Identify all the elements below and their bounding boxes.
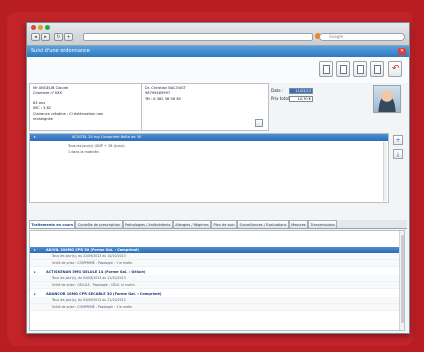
close-button[interactable]: ✕ (398, 48, 406, 55)
export-document-button[interactable] (353, 61, 367, 77)
toolbar: ↶ (27, 57, 409, 83)
back-button[interactable]: ◂ (31, 33, 40, 41)
doctor-card: Dr. Christian BACOUST 96799485997 Tél : … (141, 83, 269, 131)
search-input[interactable]: Google (319, 33, 405, 41)
prescription-detail-header[interactable]: ▸ ACUITEL 20 mg Comprimé Boîte de 30 (30, 134, 388, 141)
tab-mesures[interactable]: Mesures (288, 220, 309, 228)
print-document-button[interactable] (319, 61, 333, 77)
view-document-button[interactable] (336, 61, 350, 77)
minimize-dot-icon[interactable] (38, 25, 43, 30)
reload-button[interactable]: ↻ (54, 33, 63, 41)
treatment-name: AD/VIL 200MG CPR 30 (Forme Gal. : Compri… (46, 248, 139, 252)
download-icon: ⤓ (396, 151, 400, 158)
treatment-name-row[interactable]: ▸ ADANCOR 10MG CPR SECABLE 30 (Forme Gal… (30, 291, 404, 297)
doctor-phone: Tél : 6 362 36 98 36 (145, 96, 181, 101)
prescription-detail-text: Tous les jour(s) (GDP + 28 (kurs)). 1 da… (30, 141, 388, 155)
browser-chrome: ◂ ▸ ↻ + Google (27, 23, 409, 46)
list-item[interactable]: ▸ AD/VIL 200MG CPR 30 (Forme Gal. : Comp… (30, 247, 404, 267)
expand-marker-icon: ▸ (34, 270, 36, 274)
list-item[interactable]: ▸ ADANCOR 10MG CPR SECABLE 30 (Forme Gal… (30, 291, 404, 311)
date-field[interactable]: 11/03/13 (289, 88, 313, 94)
expand-marker-icon: ▸ (34, 135, 36, 139)
zoom-dot-icon[interactable] (45, 25, 50, 30)
treatment-list: ▸ AD/VIL 200MG CPR 30 (Forme Gal. : Comp… (29, 230, 405, 331)
detail-line: 1 dans la matinée. (68, 150, 100, 154)
patient-clairance-status: renseignée (33, 117, 53, 122)
download-button[interactable]: ⤓ (393, 149, 403, 159)
tab-controle-prescription[interactable]: Contrôle de prescription (75, 220, 123, 228)
scrollbar-thumb[interactable] (401, 235, 404, 323)
expand-marker-icon: ▸ (34, 292, 36, 296)
tab-plan-de-soin[interactable]: Plan de soin (211, 220, 238, 228)
treatment-schedule: Tous les jour(s), du 22/09/2013 au 10/10… (30, 253, 404, 260)
treatment-name-row[interactable]: ▸ ACTISKENAN 5MG GELULE 14 (Forme Gal. :… (30, 269, 404, 275)
undo-button[interactable]: ↶ (388, 61, 402, 77)
edit-document-button[interactable] (370, 61, 384, 77)
window-title-bar: Suivi d'une ordonnance ✕ (27, 46, 409, 57)
treatment-dosage: Unité de prise : COMPRIMÉ - Posologie : … (30, 304, 404, 311)
patient-photo (373, 85, 401, 113)
document-edit-icon (374, 65, 381, 74)
list-scrollbar[interactable] (399, 231, 404, 330)
treatment-name: ACTISKENAN 5MG GELULE 14 (Forme Gal. : G… (46, 270, 146, 274)
document-icon[interactable] (255, 119, 263, 127)
app-window: ◂ ▸ ↻ + Google Suivi d'une ordonnance ✕ … (26, 22, 410, 334)
tab-transmissions[interactable]: Transmissions (308, 220, 338, 228)
window-controls[interactable] (31, 25, 50, 30)
document-icon (340, 65, 347, 74)
tab-traitements[interactable]: Traitements en cours (29, 220, 76, 228)
document-icon (323, 65, 330, 74)
tab-bar: Traitements en cours Contrôle de prescri… (29, 220, 407, 229)
prescription-detail-panel: ▸ ACUITEL 20 mg Comprimé Boîte de 30 Tou… (29, 133, 389, 203)
url-bar[interactable] (83, 33, 313, 41)
window-title: Suivi d'une ordonnance (31, 48, 90, 54)
treatment-name-row[interactable]: ▸ AD/VIL 200MG CPR 30 (Forme Gal. : Comp… (30, 247, 404, 253)
prix-total-field: 10,70 € (289, 96, 313, 102)
tab-allergies[interactable]: Allergies / Régimes (172, 220, 212, 228)
patient-card: Mr ANGELIB Claude Chambre n°XXX 83 ans I… (29, 83, 145, 131)
prescription-detail-title: ACUITEL 20 mg Comprimé Boîte de 30 (72, 135, 142, 139)
detail-scrollbar[interactable] (383, 142, 387, 201)
patient-info-section: Mr ANGELIB Claude Chambre n°XXX 83 ans I… (27, 83, 409, 133)
treatment-schedule: Tous les jour(s), du 04/09/2013 au 21/10… (30, 297, 404, 304)
add-bookmark-button[interactable]: + (64, 33, 73, 41)
expand-marker-icon: ▸ (34, 248, 36, 252)
document-icon (357, 65, 364, 74)
undo-icon: ↶ (392, 64, 400, 74)
treatment-schedule: Tous les jour(s), du 04/09/2013 au 21/10… (30, 275, 404, 282)
treatment-dosage: Unité de prise : GÉLULE - Posologie : GÉ… (30, 282, 404, 289)
tab-pathologies[interactable]: Pathologies / Antécédents (122, 220, 173, 228)
list-item[interactable]: ▸ ACTISKENAN 5MG GELULE 14 (Forme Gal. :… (30, 269, 404, 289)
plus-icon: + (395, 137, 401, 144)
tab-surveillances[interactable]: Surveillances / Evaluations (237, 220, 289, 228)
forward-button[interactable]: ▸ (41, 33, 50, 41)
close-dot-icon[interactable] (31, 25, 36, 30)
add-prescription-button[interactable]: + (393, 135, 403, 145)
treatment-dosage: Unité de prise : COMPRIMÉ - Posologie : … (30, 260, 404, 267)
treatment-name: ADANCOR 10MG CPR SECABLE 30 (Forme Gal. … (46, 292, 162, 296)
